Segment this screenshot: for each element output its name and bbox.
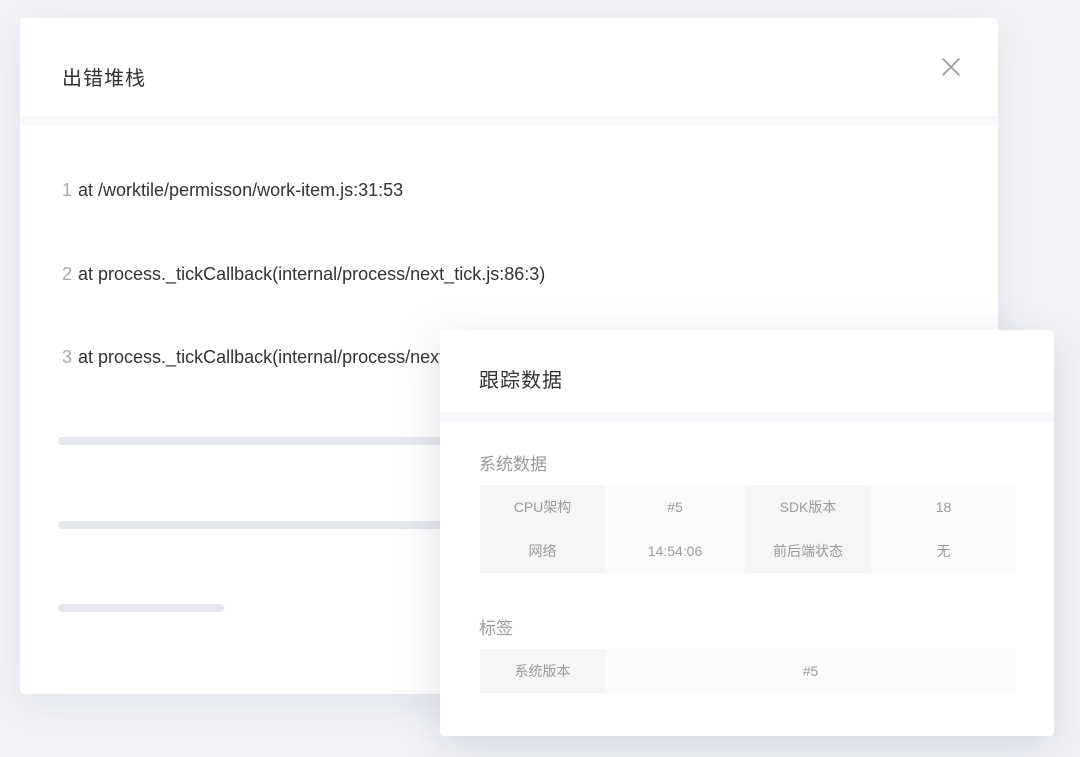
cpu-arch-label: CPU架构 xyxy=(480,485,605,529)
skeleton-placeholder-bar xyxy=(58,437,478,445)
stack-line: 1 at /worktile/permisson/work-item.js:31:… xyxy=(62,180,403,201)
tags-table: 系统版本 #5 xyxy=(480,649,1016,693)
header-divider xyxy=(20,116,998,126)
frontend-backend-status-value: 无 xyxy=(871,529,1016,573)
network-value: 14:54:06 xyxy=(605,529,745,573)
frontend-backend-status-label: 前后端状态 xyxy=(745,529,871,573)
tracking-data-header: 跟踪数据 xyxy=(440,330,1054,412)
system-data-section-title: 系统数据 xyxy=(479,455,547,474)
stack-trace-header: 出错堆栈 xyxy=(20,18,998,116)
network-label: 网络 xyxy=(480,529,605,573)
table-row: CPU架构 #5 SDK版本 18 xyxy=(480,485,1016,529)
system-version-value: #5 xyxy=(605,649,1016,693)
sdk-version-label: SDK版本 xyxy=(745,485,871,529)
close-button[interactable] xyxy=(940,56,962,78)
line-number: 2 xyxy=(62,264,73,284)
tracking-data-dialog: 跟踪数据 系统数据 CPU架构 #5 SDK版本 18 网络 14:54:06 … xyxy=(440,330,1054,736)
line-text: at /worktile/permisson/work-item.js:31:5… xyxy=(78,180,404,200)
line-text: at process._tickCallback(internal/proces… xyxy=(78,264,546,284)
system-data-table: CPU架构 #5 SDK版本 18 网络 14:54:06 前后端状态 无 xyxy=(480,485,1016,573)
cpu-arch-value: #5 xyxy=(605,485,745,529)
line-number: 3 xyxy=(62,347,73,367)
skeleton-placeholder-bar xyxy=(58,604,224,612)
table-row: 网络 14:54:06 前后端状态 无 xyxy=(480,529,1016,573)
close-icon[interactable] xyxy=(940,56,962,78)
tracking-data-title: 跟踪数据 xyxy=(479,370,563,392)
skeleton-placeholder-bar xyxy=(58,521,478,529)
table-row: 系统版本 #5 xyxy=(480,649,1016,693)
stack-trace-title: 出错堆栈 xyxy=(62,68,146,90)
stack-line: 2 at process._tickCallback(internal/proce… xyxy=(62,264,545,285)
tags-section-title: 标签 xyxy=(479,619,513,638)
line-number: 1 xyxy=(62,180,73,200)
sdk-version-value: 18 xyxy=(871,485,1016,529)
header-divider xyxy=(440,412,1054,422)
system-version-label: 系统版本 xyxy=(480,649,605,693)
